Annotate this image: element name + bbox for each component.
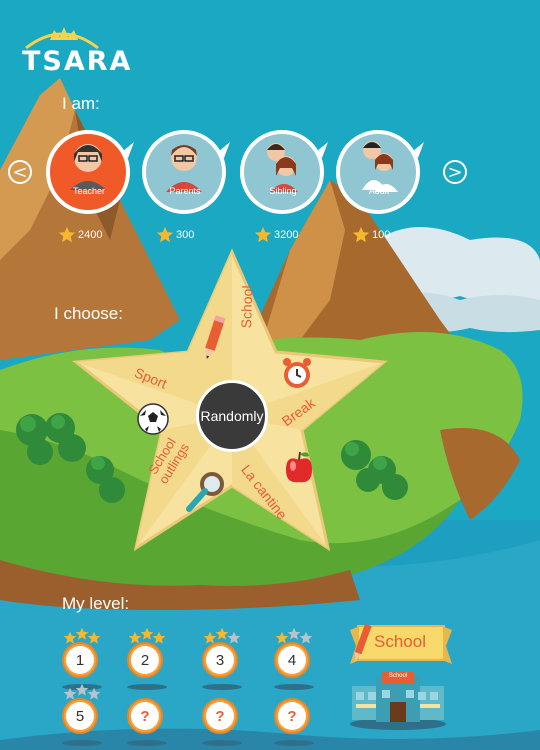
game-screen: TSARA I am: < > Teacher 2400 Parents 300… xyxy=(0,0,540,750)
star-icon xyxy=(156,226,174,243)
randomly-button[interactable]: Randomly xyxy=(196,380,268,452)
magnifier-icon xyxy=(186,472,224,512)
score-value: 3200 xyxy=(274,229,299,241)
profile-score: 2400 xyxy=(58,226,102,244)
profile-sibling[interactable]: Sibling 3200 xyxy=(238,128,328,243)
badge-label: School xyxy=(374,632,426,651)
level-number: ? xyxy=(278,702,306,730)
building-sign: School xyxy=(388,673,408,679)
profile-teacher[interactable]: Teacher 2400 xyxy=(44,128,134,243)
level-number: 2 xyxy=(131,646,159,674)
profile-score: 100 xyxy=(352,226,390,244)
apple-icon xyxy=(286,451,312,483)
alarm-clock-icon xyxy=(283,358,311,388)
medal-shadow xyxy=(127,740,167,746)
section-i-choose-label: I choose: xyxy=(54,304,123,323)
current-theme-badge[interactable]: School xyxy=(346,620,456,668)
profile-label: Adult xyxy=(368,186,390,196)
soccer-ball-icon xyxy=(137,403,169,435)
level-medal[interactable]: ? xyxy=(121,680,173,750)
medal-shadow xyxy=(274,740,314,746)
star-icon xyxy=(352,226,370,243)
level-number: 3 xyxy=(206,646,234,674)
level-number: ? xyxy=(131,702,159,730)
level-number: ? xyxy=(206,702,234,730)
score-value: 2400 xyxy=(78,229,103,241)
pencil-icon xyxy=(205,315,226,359)
profile-adult[interactable]: Adult 100 xyxy=(334,128,424,243)
profile-score: 3200 xyxy=(254,226,298,244)
next-profile-button[interactable]: > xyxy=(443,160,467,184)
level-medal[interactable]: ? xyxy=(196,680,248,750)
profile-score: 300 xyxy=(156,226,194,244)
profile-parents[interactable]: Parents 300 xyxy=(140,128,230,243)
adult-avatar-icon xyxy=(336,130,424,214)
section-i-am-label: I am: xyxy=(62,94,100,113)
level-number: 5 xyxy=(66,702,94,730)
profile-label: Parents xyxy=(169,186,201,196)
level-number: 1 xyxy=(66,646,94,674)
score-value: 300 xyxy=(176,229,195,241)
teacher-avatar-icon xyxy=(46,130,134,214)
profile-label: Sibling xyxy=(269,186,297,196)
parents-avatar-icon xyxy=(142,130,230,214)
profile-label: Teacher xyxy=(72,186,106,196)
star-icon xyxy=(58,226,76,243)
sibling-avatar-icon xyxy=(240,130,328,214)
level-medal[interactable]: 5 xyxy=(56,680,108,750)
level-medal[interactable]: ? xyxy=(268,680,320,750)
prev-profile-button[interactable]: < xyxy=(8,160,32,184)
medal-shadow xyxy=(62,740,102,746)
section-level-label: My level: xyxy=(62,594,130,613)
star-icon xyxy=(254,226,272,243)
app-logo: TSARA xyxy=(22,46,133,77)
theme-school[interactable]: School xyxy=(238,285,255,328)
score-value: 100 xyxy=(372,229,391,241)
level-number: 4 xyxy=(278,646,306,674)
medal-shadow xyxy=(202,740,242,746)
